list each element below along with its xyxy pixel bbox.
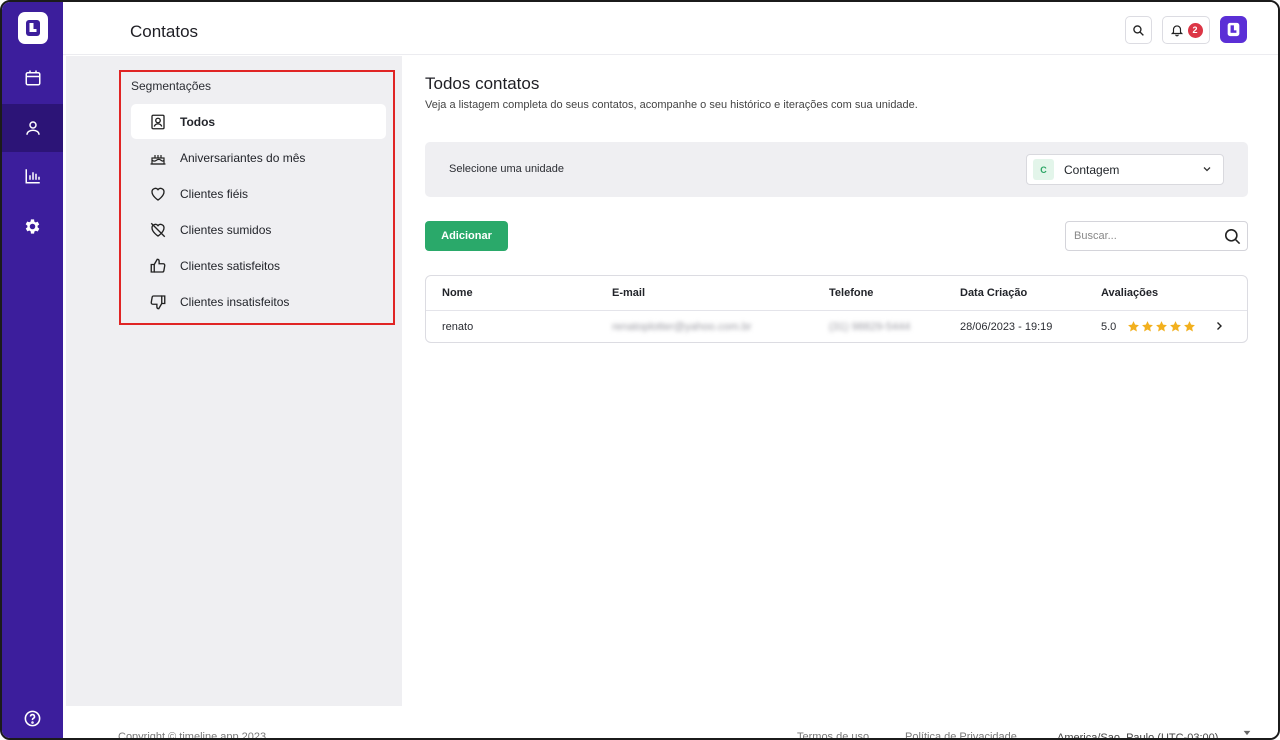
unit-selector-panel: Selecione uma unidade C Contagem (425, 142, 1248, 197)
segment-highlight-box: Segmentações Todos Aniversariantes do mê… (119, 70, 395, 325)
unit-badge: C (1033, 159, 1054, 180)
segment-item-clientes-sumidos[interactable]: Clientes sumidos (131, 212, 386, 247)
thumbs-up-icon (148, 256, 168, 276)
rating-stars (1127, 320, 1196, 333)
cell-telefone: (31) 98829-5444 (829, 321, 911, 333)
contacts-table: Nome E-mail Telefone Data Criação Avalia… (425, 275, 1248, 343)
cell-nome: renato (442, 321, 474, 333)
column-header[interactable]: Avaliações (1101, 287, 1158, 299)
rail-calendar-button[interactable] (2, 54, 63, 102)
segment-label: Aniversariantes do mês (180, 150, 306, 165)
chevron-down-icon (1203, 167, 1211, 172)
segment-label: Todos (180, 114, 216, 129)
footer-privacy-link[interactable]: Política de Privacidade (905, 731, 1017, 738)
rail-reports-button[interactable] (2, 152, 63, 200)
footer: Copyright © timeline app 2023 Termos de … (63, 706, 1278, 740)
segment-label: Clientes satisfeitos (180, 258, 281, 273)
unit-selected-value: Contagem (1064, 162, 1120, 177)
segment-title: Segmentações (131, 79, 212, 93)
footer-timezone-select[interactable]: America/Sao_Paulo (UTC-03:00) (1057, 732, 1218, 738)
notification-badge: 2 (1187, 22, 1203, 38)
user-icon (25, 121, 40, 135)
chart-icon (25, 169, 40, 184)
contact-card-icon (148, 112, 168, 132)
gear-icon (25, 218, 40, 234)
chevron-down-icon (1243, 730, 1251, 736)
cell-email: renatoplotter@yahoo.com.br (612, 321, 752, 333)
rail-settings-button[interactable] (2, 202, 63, 250)
search-field (1065, 221, 1248, 251)
app-window: Contatos 2 Segmentações Todos Aniversari… (0, 0, 1280, 740)
segment-item-todos[interactable]: Todos (131, 104, 386, 139)
thumbs-down-icon (148, 292, 168, 312)
cell-rating: 5.0 (1101, 321, 1117, 333)
logo-icon (26, 20, 40, 36)
page-title: Contatos (130, 22, 199, 41)
segment-item-clientes-satisfeitos[interactable]: Clientes satisfeitos (131, 248, 386, 283)
table-row[interactable]: renato renatoplotter@yahoo.com.br (31) 9… (426, 311, 1247, 342)
calendar-icon (25, 70, 40, 86)
column-header[interactable]: Data Criação (960, 287, 1027, 299)
chevron-right-icon[interactable] (1213, 320, 1225, 332)
segment-item-clientes-fieis[interactable]: Clientes fiéis (131, 176, 386, 211)
segment-label: Clientes fiéis (180, 186, 249, 201)
unit-label: Selecione uma unidade (449, 163, 564, 175)
notifications-button[interactable]: 2 (1162, 16, 1210, 44)
star-icon (1156, 321, 1167, 332)
column-header[interactable]: Telefone (829, 287, 873, 299)
main-subtitle: Veja a listagem completa do seus contato… (425, 99, 918, 111)
footer-copyright: Copyright © timeline app 2023 (118, 731, 267, 740)
star-icon (1142, 321, 1153, 332)
search-input[interactable] (1074, 228, 1214, 244)
search-icon[interactable] (1223, 227, 1242, 246)
star-icon (1184, 321, 1195, 332)
left-rail (2, 2, 63, 738)
cake-icon (148, 148, 168, 168)
add-contact-button[interactable]: Adicionar (425, 221, 508, 251)
column-header[interactable]: Nome (442, 287, 473, 299)
header-logo[interactable] (1220, 16, 1247, 43)
cell-data-criacao: 28/06/2023 - 19:19 (960, 321, 1053, 333)
segment-item-aniversariantes[interactable]: Aniversariantes do mês (131, 140, 386, 175)
broken-heart-icon (148, 220, 168, 240)
segment-sidebar: Segmentações Todos Aniversariantes do mê… (66, 56, 402, 706)
search-icon (1133, 24, 1144, 36)
star-icon (1128, 321, 1139, 332)
footer-terms-link[interactable]: Termos de uso (797, 731, 869, 738)
segment-item-clientes-insatisfeitos[interactable]: Clientes insatisfeitos (131, 284, 386, 319)
top-header: Contatos 2 (63, 2, 1278, 55)
search-button[interactable] (1125, 16, 1152, 44)
help-icon (24, 710, 41, 726)
bell-icon (1170, 25, 1183, 37)
main-title: Todos contatos (425, 74, 540, 93)
logo-icon (1227, 22, 1240, 37)
unit-select[interactable]: C Contagem (1026, 154, 1224, 185)
segment-label: Clientes insatisfeitos (180, 294, 290, 309)
column-header[interactable]: E-mail (612, 287, 645, 299)
star-icon (1170, 321, 1181, 332)
segment-label: Clientes sumidos (180, 222, 272, 237)
table-header: Nome E-mail Telefone Data Criação Avalia… (426, 276, 1247, 311)
rail-help-button[interactable] (2, 694, 63, 738)
heart-icon (148, 184, 168, 204)
rail-contacts-button[interactable] (2, 104, 63, 152)
app-logo[interactable] (18, 12, 48, 44)
